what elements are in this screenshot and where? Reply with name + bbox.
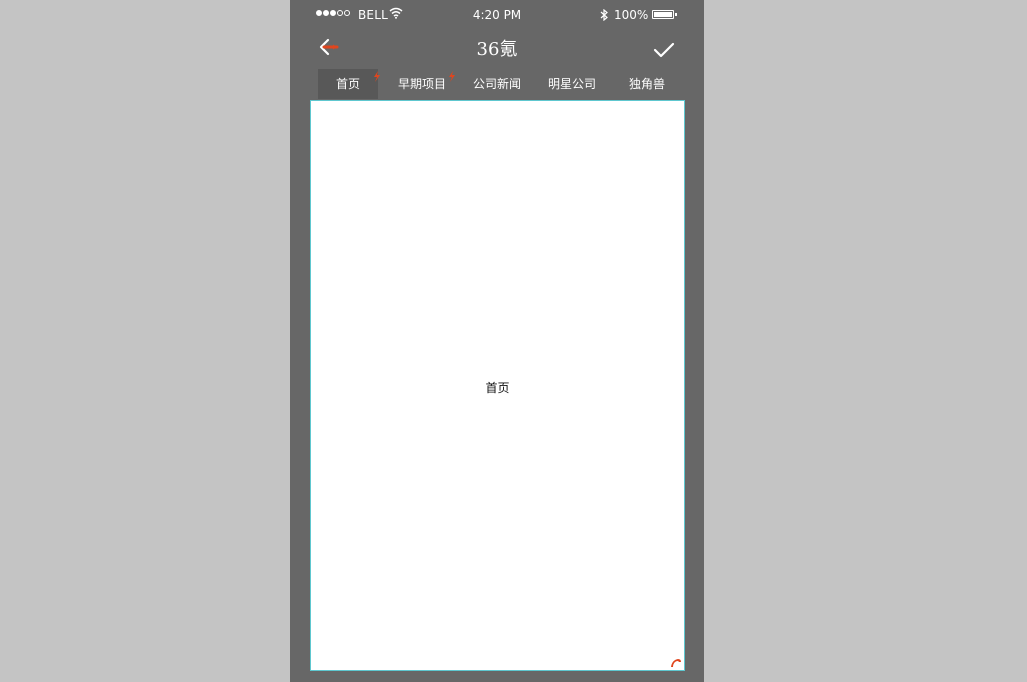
battery-percent: 100% [614, 8, 649, 22]
watermark-logo-icon [671, 659, 681, 667]
tab-label: 首页 [335, 77, 360, 91]
page-title: 36氪 [476, 39, 518, 60]
canvas: BELL 4:20 PM 100% 36氪 首页 早期项目 公司新闻 明星公司 … [0, 0, 1027, 682]
tab-label: 独角兽 [628, 77, 665, 91]
content-label: 首页 [485, 381, 510, 395]
navigation-bar: 36氪 [290, 30, 704, 66]
battery-tip [675, 13, 677, 16]
checkmark-icon [653, 42, 675, 58]
tab-label: 公司新闻 [472, 77, 521, 91]
phone-frame: BELL 4:20 PM 100% 36氪 首页 早期项目 公司新闻 明星公司 … [290, 0, 704, 682]
tab-label: 早期项目 [397, 77, 446, 91]
tab-home[interactable]: 首页 [318, 69, 380, 99]
tab-label: 明星公司 [547, 77, 596, 91]
tab-bar: 首页 早期项目 公司新闻 明星公司 独角兽 [318, 69, 693, 99]
battery-icon [652, 10, 674, 19]
tab-unicorn[interactable]: 独角兽 [616, 69, 678, 99]
confirm-button[interactable] [652, 39, 676, 61]
status-bar: BELL 4:20 PM 100% [290, 0, 704, 30]
tab-company-news[interactable]: 公司新闻 [466, 69, 528, 99]
battery-fill [654, 12, 672, 17]
tab-star-companies[interactable]: 明星公司 [528, 69, 616, 99]
tab-early-projects[interactable]: 早期项目 [378, 69, 466, 99]
new-badge-icon [449, 71, 455, 82]
bluetooth-icon [600, 9, 608, 21]
content-panel: 首页 [310, 100, 685, 671]
